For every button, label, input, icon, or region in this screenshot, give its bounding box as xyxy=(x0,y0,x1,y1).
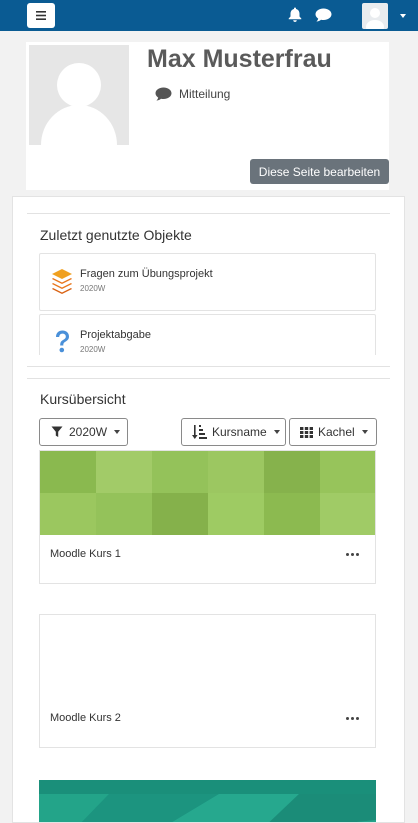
navbar xyxy=(0,0,418,31)
chevron-down-icon xyxy=(400,14,406,18)
filter-icon xyxy=(51,426,63,437)
chat-icon xyxy=(155,87,172,101)
course-card[interactable]: Moodle Kurs 1 xyxy=(39,450,376,584)
chevron-down-icon xyxy=(114,430,121,434)
sort-dropdown[interactable]: Kursname xyxy=(181,418,286,446)
course-card[interactable]: Moodle Kurs 2 xyxy=(39,614,376,748)
chevron-down-icon xyxy=(361,430,368,434)
edit-page-button[interactable]: Diese Seite bearbeiten xyxy=(250,159,389,184)
course-image xyxy=(39,780,376,822)
list-item[interactable]: Projektabgabe 2020W xyxy=(39,314,376,355)
recent-item-name: Projektabgabe xyxy=(80,329,151,341)
recent-item-course: 2020W xyxy=(80,345,106,354)
nav-drawer-toggle[interactable] xyxy=(27,3,55,28)
question-icon xyxy=(56,330,69,353)
avatar-silhouette-icon xyxy=(41,63,117,145)
grouping-dropdown[interactable]: 2020W xyxy=(39,418,128,446)
sort-label: Kursname xyxy=(212,425,267,439)
course-card[interactable] xyxy=(39,780,376,822)
profile-picture xyxy=(29,45,129,145)
recent-item-course: 2020W xyxy=(80,284,106,293)
list-item[interactable]: Fragen zum Übungsprojekt 2020W xyxy=(39,253,376,311)
divider xyxy=(27,378,390,379)
more-options-icon[interactable] xyxy=(346,717,359,720)
sort-alpha-icon xyxy=(192,425,207,439)
bell-icon[interactable] xyxy=(288,7,302,22)
chat-icon[interactable] xyxy=(315,8,332,22)
user-menu[interactable] xyxy=(362,3,408,29)
course-overview-title: Kursübersicht xyxy=(40,391,126,407)
main-content: Zuletzt genutzte Objekte Fragen zum Übun… xyxy=(12,196,405,823)
quiz-layers-icon xyxy=(52,269,72,294)
grouping-label: 2020W xyxy=(69,425,108,439)
recent-items-list: Fragen zum Übungsprojekt 2020W Projektab… xyxy=(39,253,376,355)
view-dropdown[interactable]: Kachel xyxy=(289,418,377,446)
view-label: Kachel xyxy=(318,425,355,439)
chevron-down-icon xyxy=(273,430,280,434)
message-link-label: Mitteilung xyxy=(179,87,231,101)
user-avatar xyxy=(362,3,388,29)
message-link[interactable]: Mitteilung xyxy=(155,87,230,101)
avatar-silhouette-icon xyxy=(366,8,384,29)
divider xyxy=(27,213,390,214)
recent-item-name: Fragen zum Übungsprojekt xyxy=(80,268,213,280)
hamburger-icon xyxy=(36,11,46,20)
recent-items-title: Zuletzt genutzte Objekte xyxy=(40,227,192,243)
profile-header: Max Musterfrau Mitteilung Diese Seite be… xyxy=(26,42,389,190)
course-name[interactable]: Moodle Kurs 1 xyxy=(50,548,121,560)
grid-icon xyxy=(300,426,313,438)
divider xyxy=(27,366,390,367)
course-name[interactable]: Moodle Kurs 2 xyxy=(50,712,121,724)
course-image xyxy=(40,451,375,535)
more-options-icon[interactable] xyxy=(346,553,359,556)
profile-name: Max Musterfrau xyxy=(147,45,332,73)
